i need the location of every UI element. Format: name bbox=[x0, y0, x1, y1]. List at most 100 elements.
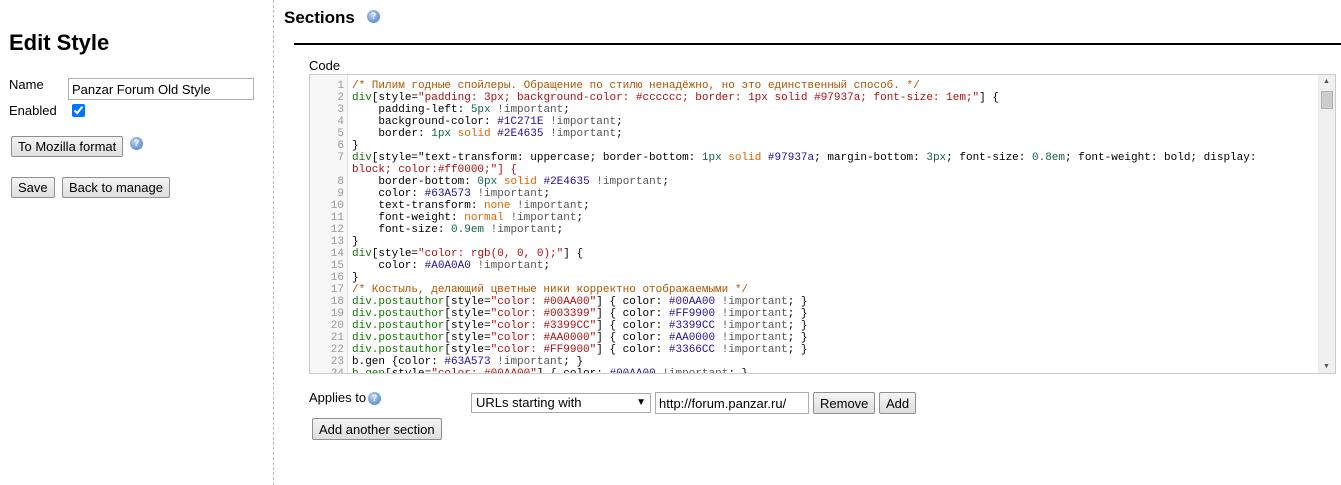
code-line: 10 text-transform: none !important; bbox=[310, 200, 1320, 212]
code-line: 3 padding-left: 5px !important; bbox=[310, 104, 1320, 116]
code-line: 11 font-weight: normal !important; bbox=[310, 212, 1320, 224]
section-divider bbox=[294, 43, 1341, 45]
url-input[interactable] bbox=[655, 392, 809, 414]
line-number: 18 bbox=[330, 296, 344, 308]
page-title: Edit Style bbox=[9, 30, 110, 55]
code-text: font-weight: normal !important; bbox=[352, 212, 584, 224]
code-line: 20 div.postauthor[style="color: #3399CC"]… bbox=[310, 320, 1320, 332]
line-number: 1 bbox=[337, 80, 344, 92]
code-line: 6} bbox=[310, 140, 1320, 152]
code-line: 4 background-color: #1C271E !important; bbox=[310, 116, 1320, 128]
code-text: div[style="padding: 3px; background-colo… bbox=[352, 92, 999, 104]
line-number: 14 bbox=[330, 248, 344, 260]
scroll-down-arrow-icon[interactable]: ▼ bbox=[1323, 363, 1330, 370]
add-button[interactable]: Add bbox=[879, 392, 917, 414]
code-line: 21 div.postauthor[style="color: #AA0000"]… bbox=[310, 332, 1320, 344]
code-text: div[style="text-transform: uppercase; bo… bbox=[352, 152, 1257, 164]
code-line: 9 color: #63A573 !important; bbox=[310, 188, 1320, 200]
line-number: 24 bbox=[330, 368, 344, 374]
help-icon[interactable]: ? bbox=[368, 392, 381, 405]
line-number: 4 bbox=[337, 116, 344, 128]
code-text: b.gen[style="color: #00AA00"] { color: #… bbox=[352, 368, 749, 374]
name-input[interactable] bbox=[68, 78, 254, 100]
line-number: 12 bbox=[330, 224, 344, 236]
code-text: text-transform: none !important; bbox=[352, 200, 590, 212]
applies-to-label: Applies to bbox=[309, 390, 367, 405]
line-number: 7 bbox=[337, 152, 344, 164]
line-number: 23 bbox=[330, 356, 344, 368]
line-number: 15 bbox=[330, 260, 344, 272]
code-text: font-size: 0.9em !important; bbox=[352, 224, 564, 236]
line-number: 9 bbox=[337, 188, 344, 200]
code-line: 18 div.postauthor[style="color: #00AA00"]… bbox=[310, 296, 1320, 308]
code-text: div.postauthor[style="color: #FF9900"] {… bbox=[352, 344, 808, 356]
code-text: } bbox=[352, 236, 359, 248]
line-number: 20 bbox=[330, 320, 344, 332]
code-text: div[style="color: rgb(0, 0, 0);"] { bbox=[352, 248, 584, 260]
code-text: div.postauthor[style="color: #00AA00"] {… bbox=[352, 296, 808, 308]
line-number: 17 bbox=[330, 284, 344, 296]
code-line: 24 b.gen[style="color: #00AA00"] { color:… bbox=[310, 368, 1320, 374]
code-text: color: #63A573 !important; bbox=[352, 188, 551, 200]
code-text: /* Костыль, делающий цветные ники коррек… bbox=[352, 284, 749, 296]
scrollbar-thumb[interactable] bbox=[1321, 91, 1333, 109]
code-line: 2 div[style="padding: 3px; background-col… bbox=[310, 92, 1320, 104]
editor-scrollbar[interactable]: ▲ ▼ bbox=[1318, 75, 1335, 373]
line-number: 2 bbox=[337, 92, 344, 104]
help-icon[interactable]: ? bbox=[130, 137, 143, 150]
code-line: 1 /* Пилим годные спойлеры. Обращение по … bbox=[310, 80, 1320, 92]
sections-title: Sections bbox=[284, 8, 355, 27]
line-number: 13 bbox=[330, 236, 344, 248]
code-text: block; color:#ff0000;"] { bbox=[352, 164, 518, 176]
code-line: 16} bbox=[310, 272, 1320, 284]
line-number: 19 bbox=[330, 308, 344, 320]
code-line: 22 div.postauthor[style="color: #FF9900"]… bbox=[310, 344, 1320, 356]
save-button[interactable]: Save bbox=[11, 177, 55, 198]
scroll-up-arrow-icon[interactable]: ▲ bbox=[1323, 78, 1330, 85]
add-another-section-button[interactable]: Add another section bbox=[312, 418, 442, 440]
enabled-checkbox[interactable] bbox=[72, 104, 85, 117]
code-line: 7 div[style="text-transform: uppercase; b… bbox=[310, 152, 1320, 164]
code-line: 8 border-bottom: 0px solid #2E4635 !impo… bbox=[310, 176, 1320, 188]
code-text: padding-left: 5px !important; bbox=[352, 104, 570, 116]
name-label: Name bbox=[9, 77, 44, 92]
code-line: 19 div.postauthor[style="color: #003399"]… bbox=[310, 308, 1320, 320]
code-text: } bbox=[352, 272, 359, 284]
code-line: 14 div[style="color: rgb(0, 0, 0);"] { bbox=[310, 248, 1320, 260]
line-number: 3 bbox=[337, 104, 344, 116]
applies-to-select-value: URLs starting with bbox=[476, 395, 582, 410]
line-number: 16 bbox=[330, 272, 344, 284]
applies-to-select[interactable]: URLs starting with ▼ bbox=[471, 393, 651, 413]
code-line: 12 font-size: 0.9em !important; bbox=[310, 224, 1320, 236]
remove-button[interactable]: Remove bbox=[813, 392, 876, 414]
help-icon[interactable]: ? bbox=[367, 10, 380, 23]
code-text: border: 1px solid #2E4635 !important; bbox=[352, 128, 623, 140]
code-text: div.postauthor[style="color: #3399CC"] {… bbox=[352, 320, 808, 332]
line-number: 6 bbox=[337, 140, 344, 152]
code-text: b.gen {color: #63A573 !important; } bbox=[352, 356, 584, 368]
enabled-label: Enabled bbox=[9, 103, 57, 118]
line-number: 11 bbox=[330, 212, 344, 224]
code-line: 23 b.gen {color: #63A573 !important; } bbox=[310, 356, 1320, 368]
code-lines: 1 /* Пилим годные спойлеры. Обращение по … bbox=[310, 80, 1320, 374]
code-text: div.postauthor[style="color: #AA0000"] {… bbox=[352, 332, 808, 344]
line-number: 21 bbox=[330, 332, 344, 344]
code-line: block; color:#ff0000;"] { bbox=[310, 164, 1320, 176]
line-number: 8 bbox=[337, 176, 344, 188]
code-text: } bbox=[352, 140, 359, 152]
code-text: /* Пилим годные спойлеры. Обращение по с… bbox=[352, 80, 920, 92]
code-editor[interactable]: 1 /* Пилим годные спойлеры. Обращение по … bbox=[309, 74, 1336, 374]
code-line: 15 color: #A0A0A0 !important; bbox=[310, 260, 1320, 272]
to-mozilla-format-button[interactable]: To Mozilla format bbox=[11, 136, 124, 157]
left-panel: Edit Style Name Enabled To Mozilla forma… bbox=[0, 0, 274, 485]
code-text: div.postauthor[style="color: #003399"] {… bbox=[352, 308, 808, 320]
back-to-manage-button[interactable]: Back to manage bbox=[62, 177, 170, 198]
code-text: color: #A0A0A0 !important; bbox=[352, 260, 551, 272]
line-number: 5 bbox=[337, 128, 344, 140]
line-number: 10 bbox=[330, 200, 344, 212]
code-line: 5 border: 1px solid #2E4635 !important; bbox=[310, 128, 1320, 140]
code-line: 17 /* Костыль, делающий цветные ники корр… bbox=[310, 284, 1320, 296]
line-number: 22 bbox=[330, 344, 344, 356]
chevron-down-icon: ▼ bbox=[636, 397, 646, 408]
code-text: border-bottom: 0px solid #2E4635 !import… bbox=[352, 176, 669, 188]
